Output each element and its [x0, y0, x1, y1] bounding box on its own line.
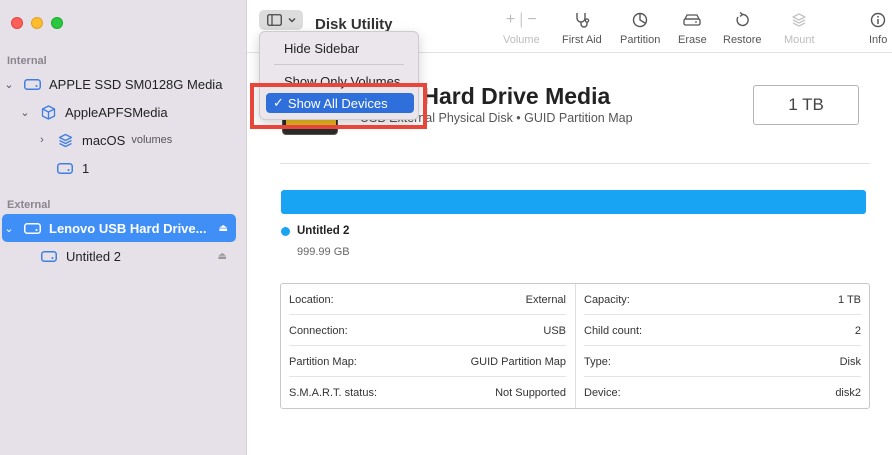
info-button[interactable]: Info [869, 10, 887, 46]
info-table: Location: External Connection: USB Partiti… [280, 283, 870, 409]
info-label: Device: [584, 386, 621, 399]
sidebar-item-label: Untitled 2 [66, 248, 121, 264]
chevron-down-icon[interactable]: ⌄ [19, 106, 31, 119]
info-row: Location: External [281, 284, 574, 315]
stethoscope-icon [573, 10, 591, 30]
usage-bar [281, 190, 866, 214]
mount-button[interactable]: Mount [784, 10, 815, 46]
zoom-window-button[interactable] [51, 17, 63, 29]
chevron-right-icon[interactable]: › [36, 134, 48, 146]
info-value: 2 [854, 324, 861, 337]
info-label: Partition Map: [289, 355, 357, 368]
volume-button[interactable]: + | − Volume [503, 10, 540, 46]
close-window-button[interactable] [11, 17, 23, 29]
eject-icon[interactable]: ⏏ [219, 223, 228, 234]
restore-arrow-icon [734, 10, 750, 30]
chevron-down-icon [288, 18, 295, 23]
hard-drive-icon [23, 77, 41, 91]
info-label: Connection: [289, 324, 348, 337]
mount-icon [791, 10, 807, 30]
chevron-down-icon[interactable]: ⌄ [3, 222, 15, 235]
sidebar-icon [266, 14, 282, 26]
drive-icon [40, 249, 58, 263]
info-value: 1 TB [837, 293, 861, 306]
sidebar-item-macos[interactable]: › macOS volumes [0, 126, 247, 154]
info-label: Capacity: [584, 293, 630, 306]
add-remove-icon: + | − [505, 11, 537, 28]
info-value: USB [543, 324, 566, 337]
info-row: Type: Disk [576, 346, 869, 377]
info-value: GUID Partition Map [470, 355, 566, 368]
info-row: Partition Map: GUID Partition Map [281, 346, 574, 377]
section-internal-label: Internal [7, 55, 47, 67]
info-icon [870, 10, 886, 30]
info-value: Disk [839, 355, 861, 368]
sidebar-item-extra: volumes [131, 134, 173, 146]
info-row: Capacity: 1 TB [576, 284, 869, 315]
info-label: Location: [289, 293, 334, 306]
container-cube-icon [39, 104, 57, 120]
sidebar-item-label: APPLE SSD SM0128G Media [49, 76, 223, 92]
legend-partition-name: Untitled 2 [297, 225, 350, 237]
eject-icon[interactable]: ⏏ [218, 251, 227, 262]
menu-item-hide-sidebar[interactable]: Hide Sidebar [266, 38, 414, 58]
chevron-down-icon[interactable]: ⌄ [3, 78, 15, 91]
sidebar-item-apfs-media[interactable]: ⌄ AppleAPFSMedia [0, 98, 247, 126]
sidebar: Internal ⌄ APPLE SSD SM0128G Media ⌄ App… [0, 0, 247, 455]
info-value: Not Supported [495, 386, 566, 399]
minimize-window-button[interactable] [31, 17, 43, 29]
window-controls [11, 17, 63, 29]
drive-icon [56, 161, 74, 175]
legend-partition-size: 999.99 GB [297, 246, 350, 258]
erase-drive-icon [682, 10, 702, 30]
sidebar-item-volume-1[interactable]: 1 [0, 154, 247, 182]
info-row: S.M.A.R.T. status: Not Supported [281, 377, 574, 408]
sidebar-item-label: 1 [82, 160, 90, 176]
erase-button[interactable]: Erase [678, 10, 707, 46]
volume-stack-icon [56, 133, 74, 147]
sidebar-item-apple-ssd[interactable]: ⌄ APPLE SSD SM0128G Media [0, 70, 247, 98]
pie-chart-icon [632, 10, 648, 30]
highlight-annotation [250, 83, 427, 129]
sidebar-item-untitled-2[interactable]: Untitled 2 ⏏ [0, 242, 247, 270]
info-row: Connection: USB [281, 315, 574, 346]
restore-button[interactable]: Restore [723, 10, 762, 46]
first-aid-button[interactable]: First Aid [562, 10, 602, 46]
info-label: Child count: [584, 324, 643, 337]
info-label: Type: [584, 355, 611, 368]
info-row: Child count: 2 [576, 315, 869, 346]
info-column-left: Location: External Connection: USB Partiti… [281, 284, 574, 408]
menu-separator [274, 64, 404, 65]
info-row: Device: disk2 [576, 377, 869, 408]
info-column-right: Capacity: 1 TB Child count: 2 Type: Disk De… [575, 284, 869, 408]
info-value: External [525, 293, 566, 306]
sidebar-item-label: AppleAPFSMedia [65, 104, 168, 120]
sidebar-item-label: Lenovo USB Hard Drive... [49, 220, 207, 236]
info-label: S.M.A.R.T. status: [289, 386, 378, 399]
capacity-badge: 1 TB [753, 85, 859, 125]
section-external-label: External [7, 199, 51, 211]
sidebar-item-label: macOS [82, 132, 126, 148]
external-drive-icon [23, 221, 41, 235]
info-value: disk2 [835, 386, 861, 399]
divider [280, 163, 870, 164]
legend-dot [281, 227, 290, 236]
partition-button[interactable]: Partition [620, 10, 660, 46]
sidebar-item-lenovo[interactable]: ⌄ Lenovo USB Hard Drive... ⏏ [2, 214, 236, 242]
view-menu-button[interactable] [259, 10, 303, 30]
